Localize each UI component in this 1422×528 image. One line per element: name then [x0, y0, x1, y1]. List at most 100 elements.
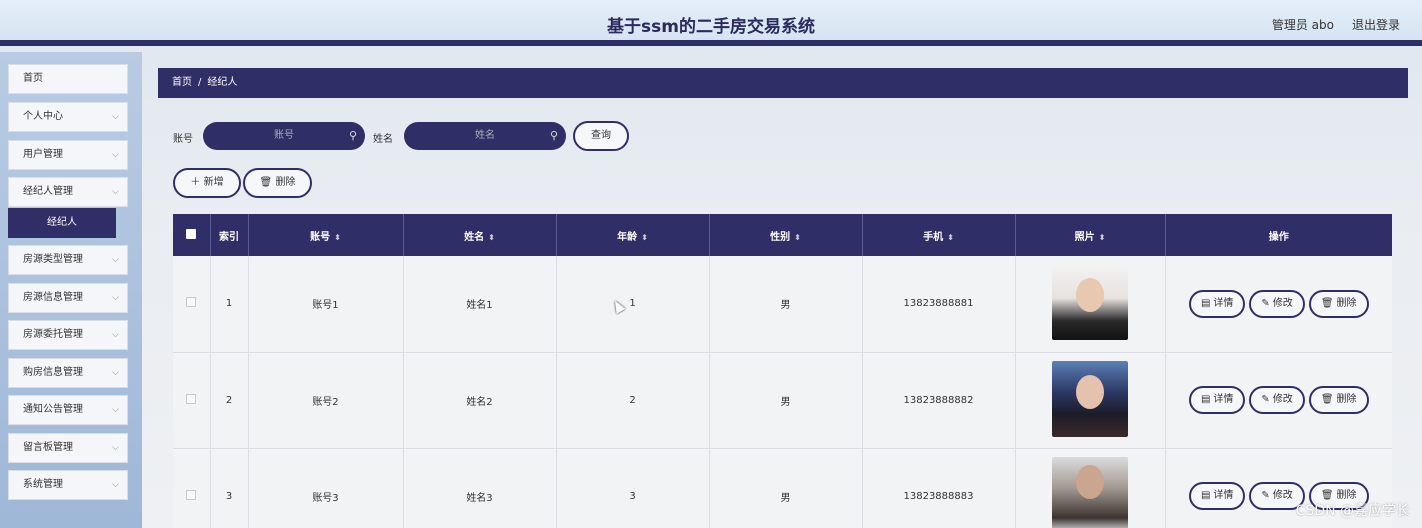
sidebar-item-label: 房源类型管理: [23, 254, 83, 265]
header-name[interactable]: 姓名 ⬍: [403, 214, 557, 256]
sidebar-item-house-types[interactable]: 房源类型管理 ⌵: [8, 245, 128, 275]
cell-gender: 男: [709, 448, 863, 528]
sidebar-item-house-entrust[interactable]: 房源委托管理 ⌵: [8, 320, 128, 350]
chevron-down-icon: ⌵: [112, 293, 119, 303]
sidebar-item-profile[interactable]: 个人中心 ⌵: [8, 102, 128, 132]
cell-account: 账号3: [248, 448, 404, 528]
edit-label: 修改: [1272, 297, 1293, 309]
detail-label: 详情: [1213, 490, 1234, 501]
row-select[interactable]: [173, 352, 211, 449]
query-button[interactable]: 查询: [573, 121, 629, 151]
sidebar-item-users[interactable]: 用户管理 ⌵: [8, 140, 128, 170]
agent-photo: [1052, 360, 1128, 437]
sidebar-item-label: 首页: [23, 73, 43, 84]
edit-label: 修改: [1272, 394, 1293, 405]
cell-actions: ▤ 详情 ✎ 修改 🗑 删除: [1165, 352, 1392, 449]
sort-icon[interactable]: ⬍: [334, 233, 341, 242]
document-icon: ▤: [1200, 394, 1211, 405]
name-search-input[interactable]: 姓名 ⚲: [404, 122, 566, 150]
trash-icon: 🗑: [259, 177, 273, 188]
sort-icon[interactable]: ⬍: [794, 233, 801, 242]
cell-name: 姓名3: [403, 448, 557, 528]
cell-photo: [1015, 352, 1166, 449]
row-select[interactable]: [173, 448, 211, 528]
cell-index: 1: [210, 256, 249, 353]
cell-age: 3: [556, 448, 710, 528]
cell-phone: 13823888881: [862, 256, 1016, 353]
sidebar-item-home[interactable]: 首页: [8, 64, 128, 94]
checkbox-icon[interactable]: [186, 393, 197, 404]
cell-index: 2: [210, 352, 249, 449]
header-photo[interactable]: 照片 ⬍: [1015, 214, 1166, 256]
header-age[interactable]: 年龄 ⬍: [556, 214, 710, 256]
header-gender-label: 性别: [770, 231, 791, 243]
sidebar-item-notices[interactable]: 通知公告管理 ⌵: [8, 395, 128, 425]
checkbox-icon[interactable]: [186, 228, 197, 239]
table-row: 1 账号1 姓名1 1 男 13823888881 ▤ 详情 ✎ 修改 🗑 删除: [173, 256, 1392, 353]
chevron-down-icon: ⌵: [112, 368, 119, 378]
trash-icon: 🗑: [1320, 297, 1334, 309]
logout-link[interactable]: 退出登录: [1352, 16, 1400, 33]
sort-icon[interactable]: ⬍: [947, 233, 954, 242]
delete-button[interactable]: 🗑 删除: [1308, 289, 1369, 318]
cell-photo: [1015, 256, 1166, 353]
sort-icon[interactable]: ⬍: [1099, 233, 1106, 242]
cell-age: 2: [556, 352, 710, 449]
delete-button[interactable]: 🗑 删除: [1308, 386, 1369, 414]
pencil-icon: ✎: [1261, 490, 1270, 501]
agent-table: 索引 账号 ⬍ 姓名 ⬍ 年龄 ⬍ 性别 ⬍ 手机 ⬍ 照片 ⬍ 操作 1 账号1 姓名1 …: [173, 214, 1392, 528]
header-account[interactable]: 账号 ⬍: [248, 214, 404, 256]
name-label: 姓名: [373, 134, 393, 145]
sort-icon[interactable]: ⬍: [641, 233, 648, 242]
breadcrumb-home[interactable]: 首页: [172, 77, 192, 88]
top-header: 基于ssm的二手房交易系统 管理员 abo 退出登录: [0, 0, 1422, 46]
edit-button[interactable]: ✎ 修改: [1249, 386, 1305, 414]
breadcrumb: 首页 / 经纪人: [158, 68, 1408, 98]
header-photo-label: 照片: [1074, 231, 1095, 243]
add-button[interactable]: ＋ 新增: [173, 168, 241, 198]
batch-delete-button[interactable]: 🗑 删除: [243, 168, 312, 198]
chevron-down-icon: ⌵: [112, 150, 119, 160]
document-icon: ▤: [1200, 490, 1211, 501]
breadcrumb-separator: /: [198, 77, 202, 88]
breadcrumb-current: 经纪人: [207, 77, 238, 88]
watermark: CSDN @嘉应学长: [1295, 503, 1410, 519]
header-gender[interactable]: 性别 ⬍: [709, 214, 863, 256]
sidebar-item-house-info[interactable]: 房源信息管理 ⌵: [8, 283, 128, 313]
chevron-down-icon: ⌵: [112, 443, 119, 453]
header-age-label: 年龄: [617, 231, 638, 243]
sidebar-item-label: 房源信息管理: [23, 292, 83, 303]
sidebar-item-label: 通知公告管理: [23, 404, 83, 415]
cell-actions: ▤ 详情 ✎ 修改 🗑 删除: [1165, 256, 1392, 353]
delete-label: 删除: [1336, 394, 1357, 405]
sidebar-subitem-agent[interactable]: 经纪人: [8, 208, 116, 238]
detail-button[interactable]: ▤ 详情: [1188, 386, 1246, 414]
pencil-icon: ✎: [1261, 394, 1270, 405]
sort-icon[interactable]: ⬍: [488, 233, 495, 242]
trash-icon: 🗑: [1320, 394, 1334, 405]
plus-icon: ＋: [190, 177, 201, 188]
header-name-label: 姓名: [464, 231, 485, 243]
sidebar-item-agents[interactable]: 经纪人管理 ⌵: [8, 177, 128, 207]
row-select[interactable]: [173, 256, 211, 353]
sidebar-item-messages[interactable]: 留言板管理 ⌵: [8, 433, 128, 463]
detail-button[interactable]: ▤ 详情: [1188, 482, 1246, 510]
sidebar-item-purchase[interactable]: 购房信息管理 ⌵: [8, 358, 128, 388]
header-select-all[interactable]: [173, 214, 211, 256]
sidebar-item-system[interactable]: 系统管理 ⌵: [8, 470, 128, 500]
account-search-input[interactable]: 账号 ⚲: [203, 122, 365, 150]
header-phone[interactable]: 手机 ⬍: [862, 214, 1016, 256]
app-title: 基于ssm的二手房交易系统: [607, 17, 815, 37]
table-header-row: 索引 账号 ⬍ 姓名 ⬍ 年龄 ⬍ 性别 ⬍ 手机 ⬍ 照片 ⬍ 操作: [173, 214, 1392, 256]
cell-age: 1: [556, 256, 710, 353]
checkbox-icon[interactable]: [186, 489, 197, 500]
account-label: 账号: [173, 134, 193, 145]
sidebar-item-label: 留言板管理: [23, 442, 73, 453]
face-shape: [1076, 374, 1104, 409]
detail-button[interactable]: ▤ 详情: [1188, 289, 1246, 318]
header-index: 索引: [210, 214, 249, 256]
chevron-down-icon: ⌵: [112, 330, 119, 340]
cell-gender: 男: [709, 352, 863, 449]
checkbox-icon[interactable]: [186, 297, 197, 308]
edit-button[interactable]: ✎ 修改: [1249, 289, 1305, 318]
